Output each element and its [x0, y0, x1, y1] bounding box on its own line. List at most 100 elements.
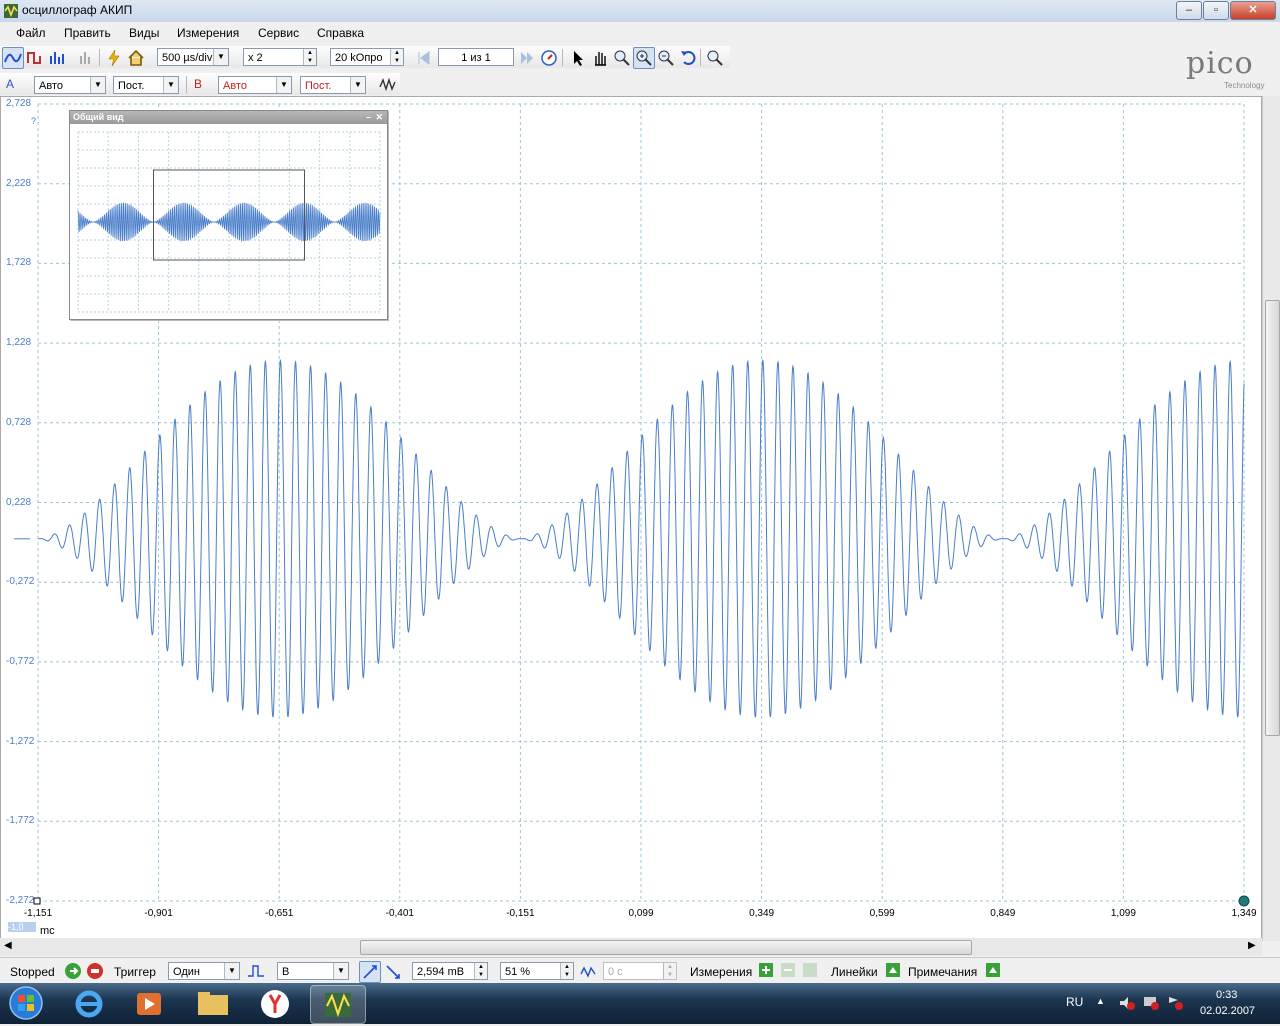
channel-a-label[interactable]: A [6, 77, 14, 91]
chevron-down-icon: ▼ [224, 963, 239, 979]
pretrigger-input[interactable]: 51 % ▲ ▼ [500, 962, 574, 980]
menu-view[interactable]: Виды [129, 26, 159, 40]
navigate-button[interactable] [538, 47, 560, 69]
taskbar-explorer[interactable] [186, 985, 240, 1022]
clock-time[interactable]: 0:33 [1216, 989, 1237, 1001]
spinner-icon: ▲ ▼ [560, 963, 573, 979]
trigger-level-input[interactable]: 2,594 mВ ▲ ▼ [412, 962, 488, 980]
taskbar-yandex[interactable] [248, 985, 302, 1022]
trigger-type-icon[interactable] [246, 962, 266, 980]
compass-icon [541, 50, 557, 66]
channel-b-label[interactable]: B [194, 77, 202, 91]
notes-label: Примечания [908, 965, 978, 979]
maximize-button[interactable]: ▫ [1203, 1, 1229, 20]
horizontal-scrollbar[interactable]: ◀ ▶ [0, 938, 1262, 956]
zoom-box-button[interactable] [633, 47, 655, 69]
trigger-label: Триггер [114, 965, 156, 979]
chevron-down-icon: ▼ [333, 963, 348, 979]
zoom-out-icon [658, 50, 674, 66]
y-tick-label: 2,728 [6, 98, 32, 109]
zoom-box-icon [636, 50, 652, 66]
samples-select[interactable]: 20 kОпро ▲ ▼ [330, 48, 404, 66]
remove-measurement-icon[interactable] [781, 963, 795, 977]
zoom-fit-button[interactable] [704, 47, 726, 69]
timebase-select[interactable]: 500 µs/div ▼ [157, 48, 229, 66]
folder-icon [198, 992, 228, 1015]
auto-setup-button[interactable] [103, 47, 125, 69]
hand-tool-button[interactable] [589, 47, 611, 69]
channel-a-coupling-select[interactable]: Пост. ▼ [113, 76, 179, 94]
menu-help[interactable]: Справка [317, 26, 364, 40]
add-measurement-icon[interactable] [759, 963, 773, 977]
stop-icon[interactable] [86, 962, 104, 980]
menu-measurements[interactable]: Измерения [177, 26, 239, 40]
channel-options-button[interactable] [76, 47, 98, 69]
chevron-down-icon: ▼ [276, 77, 291, 93]
next-page-button[interactable] [516, 47, 538, 69]
undo-zoom-button[interactable] [677, 47, 699, 69]
scroll-left-icon[interactable]: ◀ [4, 940, 12, 951]
scroll-right-icon[interactable]: ▶ [1248, 940, 1256, 951]
channel-a-range-select[interactable]: Авто ▼ [34, 76, 106, 94]
persistence-mode-button[interactable] [24, 47, 46, 69]
channel-b-coupling-value: Пост. [305, 80, 332, 92]
horizontal-scroll-thumb[interactable] [360, 940, 972, 955]
vertical-scroll-thumb[interactable] [1265, 300, 1280, 736]
minimize-button[interactable]: – [1176, 1, 1202, 20]
acquisition-state: Stopped [10, 965, 55, 979]
trigger-mode-select[interactable]: Один ▼ [168, 962, 240, 980]
scale-box[interactable]: -1,0 [8, 922, 36, 932]
falling-edge-button[interactable] [382, 961, 404, 983]
tray-expand-icon[interactable]: ▲ [1096, 996, 1105, 1006]
rising-edge-icon [363, 965, 377, 979]
channel-a-range-value: Авто [39, 80, 63, 92]
x-tick-label: -0,401 [385, 908, 414, 919]
trigger-channel-select[interactable]: В ▼ [277, 962, 349, 980]
menu-edit[interactable]: Править [64, 26, 111, 40]
default-setup-button[interactable] [125, 47, 147, 69]
main-toolbar: 500 µs/div ▼ x 2 ▲ ▼ 20 kОпро ▲ ▼ 1 из 1 [0, 46, 730, 69]
volume-icon[interactable] [1118, 995, 1136, 1011]
scope-mode-button[interactable] [2, 47, 24, 69]
trigger-delay-icon[interactable] [579, 962, 599, 980]
zoom-in-button[interactable] [611, 47, 633, 69]
trigger-delay-input[interactable]: 0 с ▲ ▼ [603, 962, 677, 980]
taskbar-ie[interactable] [62, 985, 116, 1022]
action-center-icon[interactable] [1166, 995, 1184, 1011]
notes-toggle-icon[interactable] [986, 963, 1000, 977]
vertical-scrollbar[interactable] [1262, 96, 1280, 941]
select-tool-button[interactable] [567, 47, 589, 69]
overview-minimize-icon[interactable]: – [366, 111, 371, 124]
taskbar-media[interactable] [122, 985, 176, 1022]
trigger-marker[interactable] [1238, 895, 1250, 907]
zoom-out-button[interactable] [655, 47, 677, 69]
spectrum-mode-button[interactable] [46, 47, 68, 69]
menu-file[interactable]: Файл [16, 26, 46, 40]
menu-tools[interactable]: Сервис [258, 26, 299, 40]
channel-b-range-select[interactable]: Авто ▼ [218, 76, 292, 94]
close-button[interactable]: ✕ [1230, 1, 1276, 20]
channel-icon [80, 52, 90, 64]
rulers-toggle-icon[interactable] [886, 963, 900, 977]
y-tick-label: -0,272 [6, 576, 35, 588]
spectrum-icon [50, 52, 64, 64]
zoom-fit-icon [707, 50, 723, 66]
overview-close-icon[interactable]: ✕ [375, 111, 383, 124]
overview-plot[interactable] [70, 124, 387, 319]
zoom-select[interactable]: x 2 ▲ ▼ [243, 48, 317, 66]
start-icon[interactable] [64, 962, 82, 980]
first-page-button[interactable] [413, 47, 435, 69]
overview-window[interactable]: Общий вид – ✕ [69, 110, 388, 320]
x-tick-label: 1,099 [1110, 908, 1136, 919]
clock-date[interactable]: 02.02.2007 [1200, 1005, 1255, 1017]
signal-generator-button[interactable] [377, 74, 399, 96]
rising-edge-button[interactable] [359, 961, 381, 983]
edit-measurement-icon[interactable] [803, 963, 817, 977]
measurements-label: Измерения [690, 965, 753, 979]
network-icon[interactable] [1142, 995, 1160, 1011]
y-tick-label: 2,228 [6, 177, 32, 189]
language-indicator[interactable]: RU [1066, 995, 1083, 1009]
taskbar-oscilloscope[interactable] [310, 985, 366, 1024]
channel-b-coupling-select[interactable]: Пост. ▼ [300, 76, 366, 94]
start-button[interactable] [6, 985, 46, 1022]
